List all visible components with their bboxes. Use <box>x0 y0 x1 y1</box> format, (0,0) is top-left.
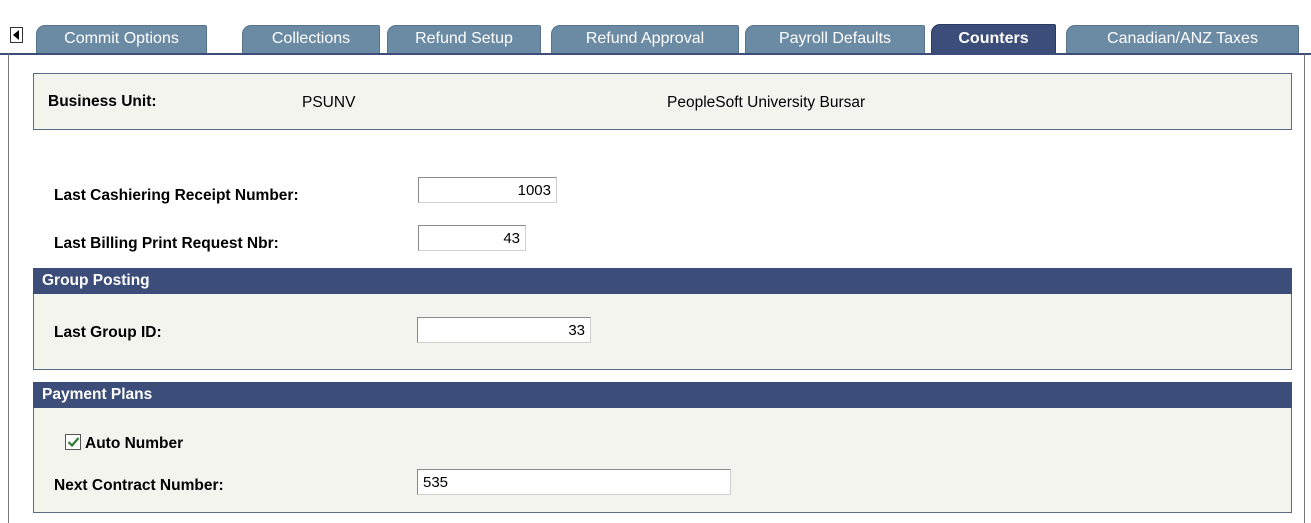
tab-refund-setup[interactable]: Refund Setup <box>387 25 541 53</box>
payment-plans-header: Payment Plans <box>33 382 1292 408</box>
group-posting-header: Group Posting <box>33 268 1292 294</box>
page-border-right <box>1304 54 1305 523</box>
business-unit-code: PSUNV <box>302 94 356 111</box>
tab-counters[interactable]: Counters <box>931 24 1056 54</box>
auto-number-label: Auto Number <box>85 435 184 452</box>
tab-collections[interactable]: Collections <box>242 25 380 53</box>
tab-payroll-defaults[interactable]: Payroll Defaults <box>745 25 925 53</box>
business-unit-panel: Business Unit: PSUNV PeopleSoft Universi… <box>33 73 1292 130</box>
billing-print-request-label: Last Billing Print Request Nbr: <box>54 235 279 252</box>
tab-underline <box>0 53 1311 55</box>
last-group-id-label: Last Group ID: <box>54 324 162 341</box>
tab-commit-options[interactable]: Commit Options <box>36 25 207 53</box>
billing-print-request-input[interactable] <box>418 225 526 251</box>
auto-number-checkbox[interactable] <box>65 434 81 450</box>
business-unit-label: Business Unit: <box>48 93 157 110</box>
chevron-left-icon <box>13 30 19 40</box>
tab-refund-approval[interactable]: Refund Approval <box>551 25 739 53</box>
payment-plans-panel: Auto Number Next Contract Number: <box>33 408 1292 513</box>
last-group-id-input[interactable] <box>417 317 591 343</box>
page-border-left <box>8 54 9 523</box>
business-unit-description: PeopleSoft University Bursar <box>667 94 866 111</box>
checkmark-icon <box>67 437 79 448</box>
tab-canadian-anz-taxes[interactable]: Canadian/ANZ Taxes <box>1066 25 1299 53</box>
next-contract-number-input[interactable] <box>417 469 731 495</box>
cashiering-receipt-label: Last Cashiering Receipt Number: <box>54 187 299 204</box>
tab-strip: Commit Options Collections Refund Setup … <box>0 0 1311 55</box>
group-posting-panel: Last Group ID: <box>33 294 1292 370</box>
cashiering-receipt-input[interactable] <box>418 177 557 203</box>
next-contract-number-label: Next Contract Number: <box>54 477 224 494</box>
scroll-tabs-left-button[interactable] <box>10 27 23 43</box>
